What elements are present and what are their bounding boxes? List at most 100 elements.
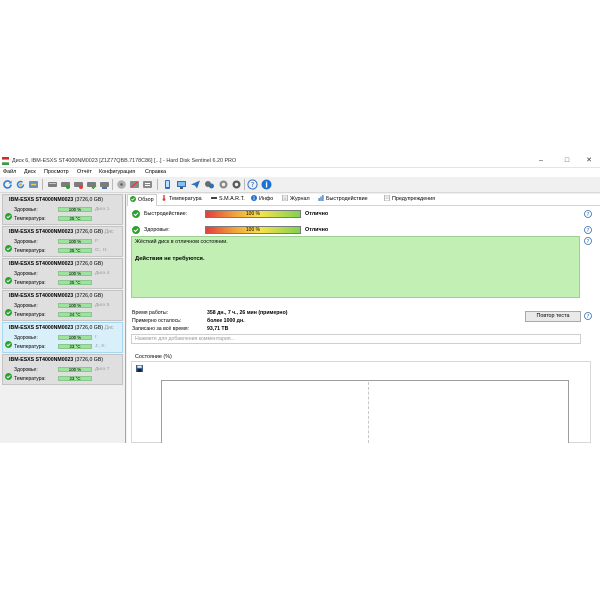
tab-label: S.M.A.R.T. (219, 196, 245, 202)
tab-performance[interactable]: Быстродействие (318, 194, 368, 205)
health-ok-icon (5, 303, 12, 316)
health-bar: 100 % (205, 226, 301, 234)
tab-log[interactable]: Журнал (282, 194, 310, 205)
wizard-icon[interactable] (204, 179, 215, 190)
disk-label: Дис (104, 325, 114, 331)
retest-button[interactable]: Повтор теста (525, 311, 581, 322)
performance-label: Быстродействие: (144, 211, 188, 217)
tab-label: Инфо (259, 196, 274, 202)
menu-help[interactable]: Справка (145, 168, 166, 177)
disk-list-item[interactable]: IBM-ESXS ST4000NM0023 (3726,0 GB) Здоров… (2, 258, 123, 289)
hdd-icon[interactable] (47, 179, 58, 190)
temperature-bar: 25 °C (58, 280, 92, 285)
tab-alerts[interactable]: Предупреждения (384, 194, 435, 205)
temperature-label: Температура: (14, 312, 46, 318)
disk-erase-icon[interactable] (129, 179, 140, 190)
disk-size: (3726,0 GB) (74, 357, 104, 363)
graph-title: Состояние (%) (135, 354, 172, 360)
disk-size: (3726,0 GB) (74, 293, 104, 299)
health-bar: 100 % (58, 303, 92, 308)
disk-list-panel: IBM-ESXS ST4000NM0023 (3726,0 GB) Здоров… (0, 194, 126, 443)
help-icon[interactable]: ? (584, 237, 592, 245)
temperature-label: Температура: (14, 376, 46, 382)
tab-label: Быстродействие (326, 196, 368, 202)
tab-label: Журнал (290, 196, 310, 202)
disk-model: IBM-ESXS ST4000NM0023 (9, 261, 74, 267)
menu-disk[interactable]: Диск (24, 168, 36, 177)
status-text: Жёсткий диск в отличном состоянии. (135, 239, 228, 245)
help-icon[interactable]: ? (584, 312, 592, 320)
disk-title: IBM-ESXS ST4000NM0023 (3726,0 GB) Дис (9, 325, 113, 331)
help-icon[interactable]: ? (584, 210, 592, 218)
health-label: Здоровье: (14, 239, 38, 245)
disk-size: (3726,0 GB) (74, 261, 104, 267)
health-ok-icon (132, 226, 140, 234)
gear-icon[interactable] (231, 179, 242, 190)
help-icon[interactable]: ? (247, 179, 258, 190)
minimize-button[interactable]: – (530, 155, 552, 167)
uptime-label: Время работы: (132, 310, 169, 316)
disk-info: Диск 4 (95, 271, 110, 276)
disk-list-item[interactable]: IBM-ESXS ST4000NM0023 (3726,0 GB) Здоров… (2, 354, 123, 385)
disk-model: IBM-ESXS ST4000NM0023 (9, 325, 74, 331)
disk-list-item[interactable]: IBM-ESXS ST4000NM0023 (3726,0 GB) Дис Здо… (2, 322, 123, 353)
graph-gridline (368, 382, 369, 443)
performance-ok-icon (132, 210, 140, 218)
disk-list-item[interactable]: IBM-ESXS ST4000NM0023 (3726,0 GB) Дис Здо… (2, 226, 123, 257)
help-icon[interactable]: ? (584, 226, 592, 234)
tab-overview[interactable]: Обзор (127, 194, 157, 206)
send-report-icon[interactable] (190, 179, 201, 190)
temperature-label: Температура: (14, 280, 46, 286)
disk-scan-icon[interactable] (28, 179, 39, 190)
tab-info[interactable]: Инфо (251, 194, 273, 205)
tab-temperature[interactable]: Температура (161, 194, 202, 205)
save-icon[interactable] (136, 365, 143, 372)
tab-smart[interactable]: S.M.A.R.T. (211, 194, 245, 205)
app-icon (2, 157, 9, 165)
health-ok-icon (5, 239, 12, 252)
disk-list-item[interactable]: IBM-ESXS ST4000NM0023 (3726,0 GB) Здоров… (2, 194, 123, 225)
health-ok-icon (5, 367, 12, 380)
toolbar-separator (112, 179, 113, 190)
temperature-bar: 23 °C (58, 344, 92, 349)
phone-icon[interactable] (162, 179, 173, 190)
temperature-bar: 24 °C (58, 312, 92, 317)
menu-file[interactable]: Файл (3, 168, 16, 177)
menu-report[interactable]: Отчёт (77, 168, 92, 177)
refresh-icon[interactable] (2, 179, 13, 190)
health-bar: 100 % (58, 207, 92, 212)
disk-info: Диск 1 (95, 207, 110, 212)
comment-field[interactable]: Нажмите для добавления комментария... (131, 334, 581, 344)
disk-size: (3726,0 GB) (74, 197, 104, 203)
settings-icon[interactable] (218, 179, 229, 190)
disk-model: IBM-ESXS ST4000NM0023 (9, 293, 74, 299)
remaining-label: Примерно осталось: (132, 318, 182, 324)
svg-text:?: ? (587, 228, 590, 234)
svg-text:i: i (265, 181, 268, 190)
disk-surface-icon[interactable] (116, 179, 127, 190)
monitor-icon[interactable] (176, 179, 187, 190)
disk-volumes: J:, K: (95, 344, 106, 349)
maximize-button[interactable]: □ (556, 155, 578, 167)
menu-config[interactable]: Конфигурация (99, 168, 135, 177)
close-button[interactable]: ✕ (578, 155, 600, 167)
disk-details-panel: Обзор Температура S.M.A.R.T. Инфо Журнал… (127, 194, 600, 443)
hdd-info-icon[interactable] (60, 179, 71, 190)
menu-bar: Файл Диск Просмотр Отчёт Конфигурация Сп… (0, 168, 600, 177)
refresh-all-icon[interactable] (15, 179, 26, 190)
hdd-settings-icon[interactable] (99, 179, 110, 190)
health-status: Отлично (305, 227, 329, 233)
svg-text:?: ? (587, 212, 590, 218)
thermometer-icon (162, 195, 166, 201)
health-bar: 100 % (58, 335, 92, 340)
health-bar: 100 % (58, 271, 92, 276)
info-icon[interactable]: i (261, 179, 272, 190)
temperature-bar: 25 °C (58, 248, 92, 253)
hdd-test-icon[interactable] (73, 179, 84, 190)
disk-list-item[interactable]: IBM-ESXS ST4000NM0023 (3726,0 GB) Здоров… (2, 290, 123, 321)
menu-view[interactable]: Просмотр (44, 168, 69, 177)
disk-report-icon[interactable] (142, 179, 153, 190)
app-window: Диск 6, IBM-ESXS ST4000NM0023 [Z1Z77QBB.… (0, 155, 600, 443)
hdd-check-icon[interactable] (86, 179, 97, 190)
toolbar-separator (157, 179, 158, 190)
